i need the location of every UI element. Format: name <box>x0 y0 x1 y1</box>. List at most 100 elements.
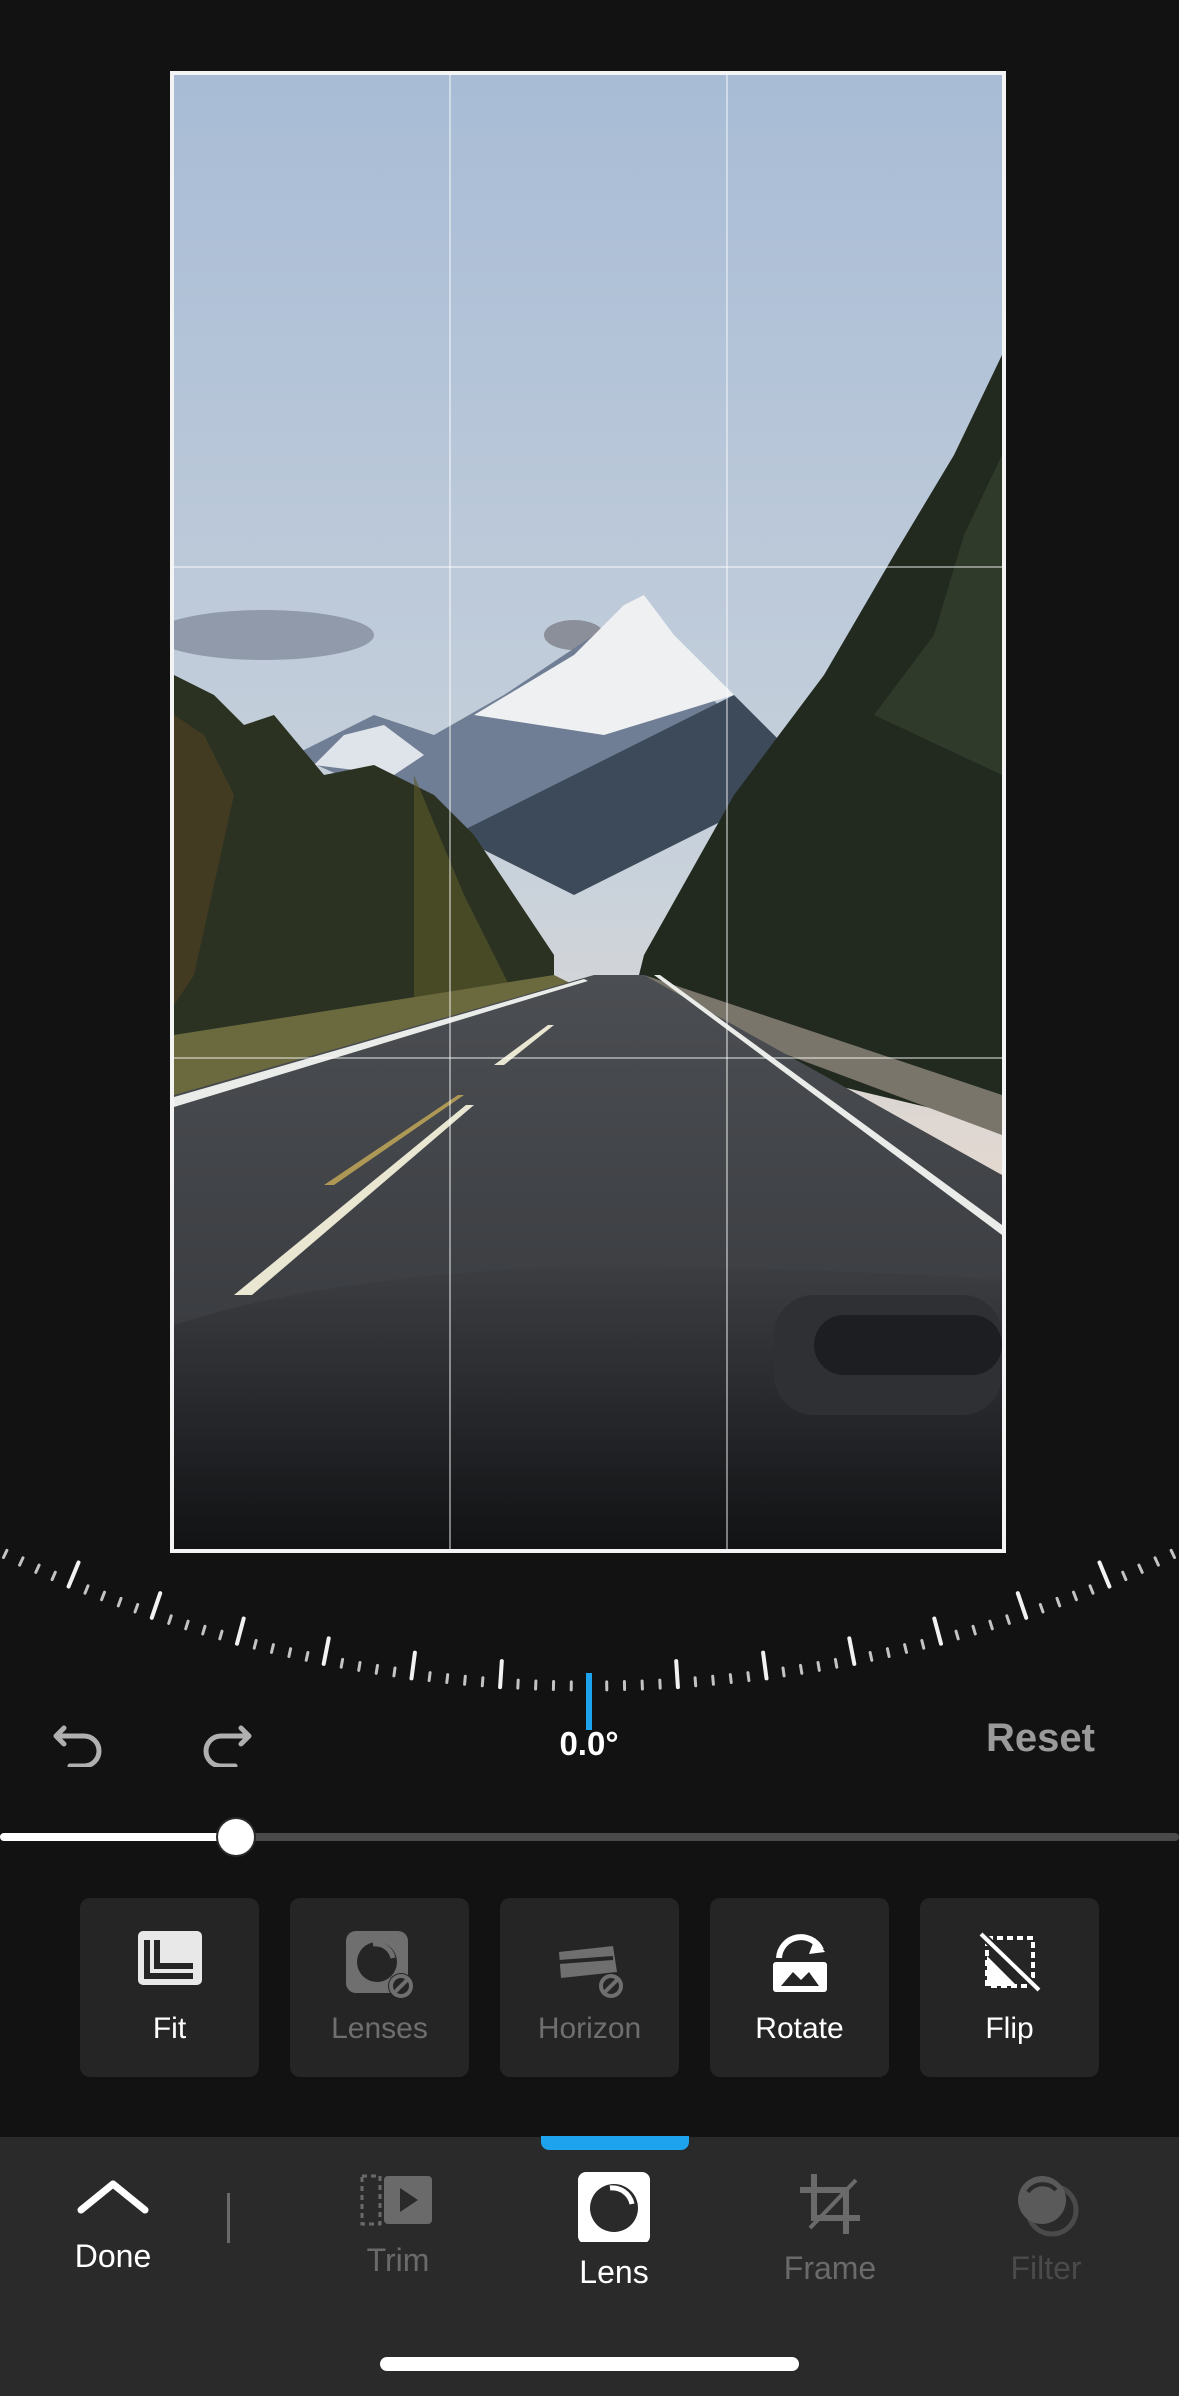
tab-filter[interactable]: Filter <box>956 2170 1136 2300</box>
tool-fit-label: Fit <box>152 2012 187 2045</box>
tab-frame[interactable]: Frame <box>740 2170 920 2300</box>
dial-minor-tick <box>184 1619 190 1631</box>
dial-minor-tick <box>133 1603 140 1614</box>
rotate-icon <box>772 1934 827 1992</box>
dial-minor-tick <box>201 1624 207 1636</box>
dial-major-tick <box>1015 1591 1029 1620</box>
dial-minor-tick <box>1137 1563 1144 1574</box>
dial-minor-tick <box>427 1671 432 1683</box>
dial-minor-tick <box>116 1596 123 1608</box>
active-tab-indicator <box>541 2136 689 2150</box>
lens-icon <box>578 2172 650 2242</box>
dial-minor-tick <box>357 1661 362 1672</box>
dial-minor-tick <box>781 1666 786 1678</box>
tool-fit[interactable]: Fit <box>80 1898 259 2077</box>
dial-minor-tick <box>1169 1548 1176 1559</box>
dial-minor-tick <box>1121 1570 1128 1582</box>
tool-flip-label: Flip <box>985 2012 1034 2045</box>
dial-minor-tick <box>954 1629 960 1641</box>
dial-minor-tick <box>445 1673 450 1684</box>
home-indicator <box>380 2357 799 2371</box>
frame-icon <box>800 2174 860 2234</box>
done-button[interactable]: Done <box>23 2170 203 2300</box>
tab-trim-label: Trim <box>366 2242 430 2278</box>
dial-minor-tick <box>287 1647 293 1658</box>
dial-minor-tick <box>1038 1603 1045 1614</box>
horizon-icon <box>558 1946 624 1999</box>
undo-icon[interactable] <box>50 1712 110 1767</box>
dial-minor-tick <box>392 1666 397 1678</box>
tool-lenses-label: Lenses <box>331 2012 428 2045</box>
tab-filter-label: Filter <box>1010 2250 1082 2286</box>
dial-minor-tick <box>711 1674 715 1686</box>
crop-frame[interactable] <box>170 71 1006 1553</box>
crop-grid-vertical-2 <box>726 75 728 1549</box>
straighten-dial[interactable] <box>0 1540 1179 1730</box>
dial-minor-tick <box>1072 1590 1078 1602</box>
tab-trim[interactable]: Trim <box>308 2170 488 2300</box>
dial-minor-tick <box>920 1638 926 1650</box>
fit-icon <box>137 1931 202 1985</box>
tool-flip[interactable]: Flip <box>920 1898 1099 2077</box>
zoom-slider-fill <box>0 1833 236 1841</box>
crop-grid-horizontal-2 <box>174 1057 1002 1059</box>
redo-icon[interactable] <box>195 1712 255 1767</box>
flip-icon <box>977 1931 1042 1993</box>
dial-minor-tick <box>167 1614 173 1625</box>
dial-minor-tick <box>1088 1584 1095 1595</box>
dial-minor-tick <box>304 1651 310 1662</box>
dial-minor-tick <box>971 1624 977 1636</box>
dial-major-tick <box>1097 1560 1112 1589</box>
dial-minor-tick <box>374 1663 379 1675</box>
dial-minor-tick <box>868 1651 874 1662</box>
dial-minor-tick <box>728 1673 733 1684</box>
dial-minor-tick <box>1153 1556 1160 1567</box>
dial-minor-tick <box>18 1556 25 1567</box>
zoom-slider-thumb[interactable] <box>218 1819 254 1855</box>
tool-rotate[interactable]: Rotate <box>710 1898 889 2077</box>
lenses-icon <box>345 1931 414 1999</box>
tool-horizon[interactable]: Horizon <box>500 1898 679 2077</box>
road-mountain-photo <box>174 75 1002 1549</box>
done-label: Done <box>74 2238 152 2274</box>
tool-lenses[interactable]: Lenses <box>290 1898 469 2077</box>
dial-minor-tick <box>50 1570 57 1582</box>
dial-minor-tick <box>83 1584 90 1595</box>
dial-major-tick <box>66 1560 81 1589</box>
dial-minor-tick <box>100 1590 106 1602</box>
dial-minor-tick <box>746 1671 751 1683</box>
dial-minor-tick <box>270 1643 275 1654</box>
dial-minor-tick <box>1005 1614 1011 1625</box>
tool-rotate-label: Rotate <box>755 2012 844 2045</box>
tool-horizon-label: Horizon <box>537 2012 642 2045</box>
dial-minor-tick <box>988 1619 994 1631</box>
dial-minor-tick <box>1055 1596 1062 1608</box>
dial-minor-tick <box>833 1657 839 1669</box>
dial-minor-tick <box>339 1657 345 1669</box>
dial-minor-tick <box>903 1643 908 1654</box>
dial-minor-tick <box>693 1676 698 1688</box>
dial-major-tick <box>321 1636 331 1666</box>
nav-divider <box>227 2193 230 2243</box>
dial-minor-tick <box>2 1548 9 1559</box>
reset-button[interactable]: Reset <box>986 1716 1095 1761</box>
zoom-slider-track[interactable] <box>0 1833 1179 1841</box>
dial-major-tick <box>932 1616 943 1646</box>
crop-grid-horizontal-1 <box>174 566 1002 568</box>
dial-minor-tick <box>252 1638 258 1650</box>
tab-frame-label: Frame <box>783 2250 877 2286</box>
dial-major-tick <box>149 1591 163 1620</box>
dial-major-tick <box>235 1616 246 1646</box>
chevron-up-icon <box>77 2180 149 2214</box>
dial-minor-tick <box>885 1647 891 1658</box>
dial-minor-tick <box>463 1674 467 1686</box>
tab-lens-label: Lens <box>579 2254 649 2290</box>
trim-icon <box>360 2174 432 2226</box>
dial-major-tick <box>761 1650 769 1681</box>
dial-minor-tick <box>799 1663 804 1675</box>
dial-minor-tick <box>480 1676 485 1688</box>
dial-minor-tick <box>816 1661 821 1672</box>
filter-icon <box>1018 2176 1079 2237</box>
dial-minor-tick <box>34 1563 41 1574</box>
tab-lens[interactable]: Lens <box>524 2170 704 2300</box>
